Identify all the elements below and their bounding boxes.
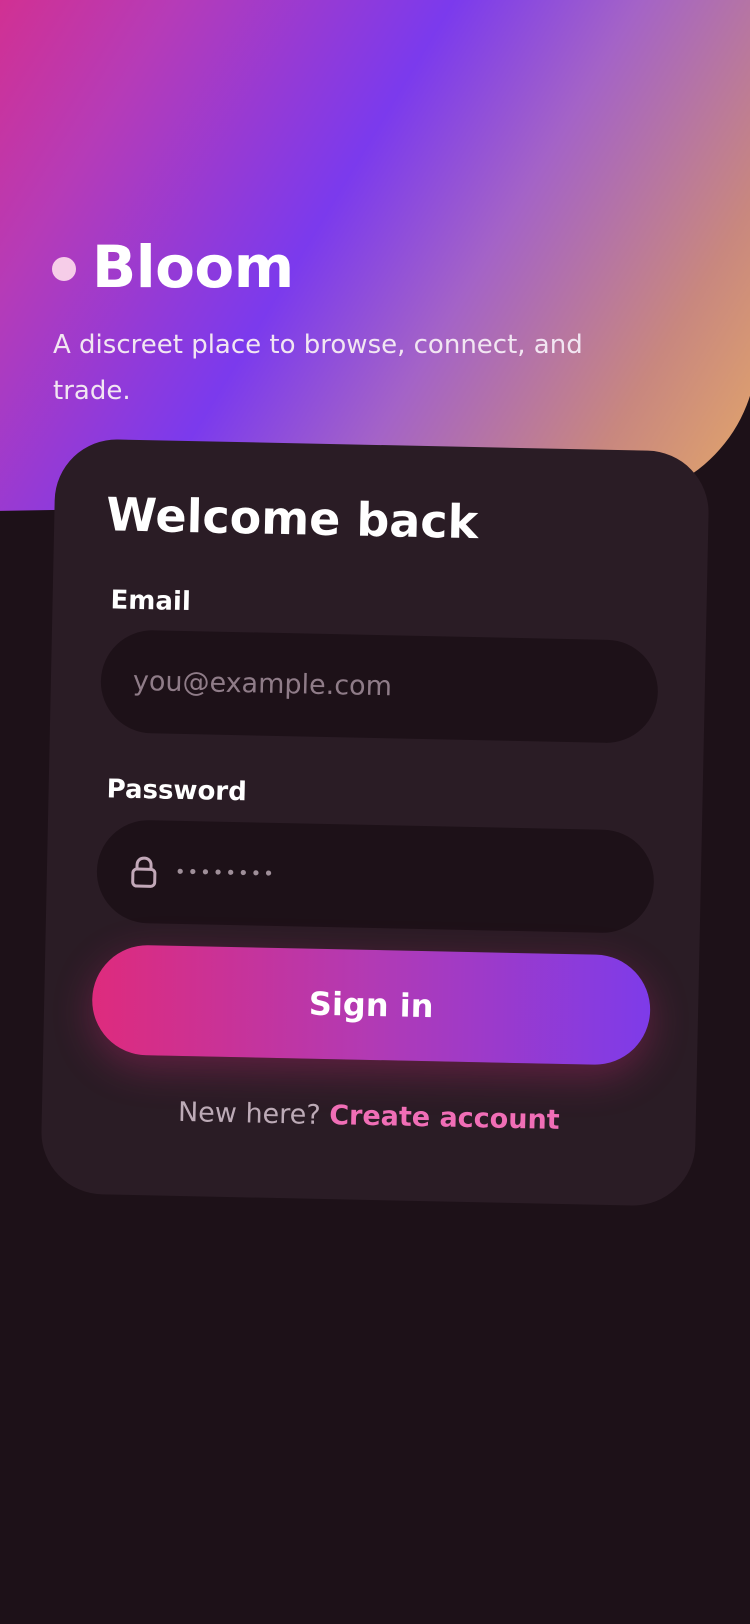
brand-name: Bloom [92,233,294,301]
login-screen: Bloom A discreet place to browse, connec… [0,0,750,1624]
password-label: Password [106,774,248,808]
login-title: Welcome back [105,487,479,550]
email-label: Email [110,585,192,618]
email-field-container[interactable] [99,629,659,744]
password-value: •••••••• [174,861,277,885]
lock-icon [131,856,157,888]
signup-prompt-row: New here? Create account [42,1096,696,1137]
login-card: Welcome back Email Password •••••••• Sig… [40,438,710,1207]
brand-header: Bloom [52,238,294,296]
create-account-link[interactable]: Create account [329,1100,560,1136]
signup-prompt-text: New here? [177,1096,321,1131]
sign-in-button[interactable]: Sign in [91,944,652,1066]
brand-tagline: A discreet place to browse, connect, and… [53,330,583,406]
password-field[interactable]: •••••••• [95,819,655,934]
email-field[interactable] [132,665,614,707]
dot-icon [52,257,76,281]
